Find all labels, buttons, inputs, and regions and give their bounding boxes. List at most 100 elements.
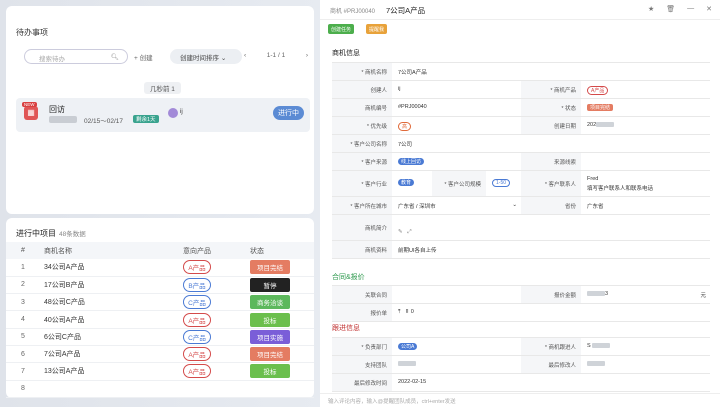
chevron-down-icon: ⌄ [220,55,227,62]
row-index: 2 [6,276,44,295]
contact-field[interactable]: Fred 填写客户联系人和联系电话 [581,171,710,196]
edit-icon[interactable]: ✎ [398,229,403,235]
table-row[interactable]: 8 [6,380,314,398]
row-index: 7 [6,362,44,381]
row-status [250,380,314,398]
quote-amount-field[interactable]: 3元 [581,286,710,303]
col-status: 状态 [250,242,314,259]
table-row[interactable]: 3 48公司C产品 C产品 商务洽谈 [6,293,314,312]
chevron-down-icon: ⌄ [512,202,517,208]
department-field[interactable]: 公司A [392,338,521,355]
priority-field[interactable]: 高 [392,117,521,134]
upload-icon[interactable]: ⤒ [398,309,400,315]
row-product: A产品 [183,310,250,329]
row-name: 7公司A产品 [44,345,183,364]
projects-title: 进行中项目 48条数据 [16,229,86,238]
modifier-field [581,356,710,373]
todo-item-dates: 02/15～02/17 [84,118,124,125]
table-row[interactable]: 6 7公司A产品 A产品 项目完结 [6,345,314,364]
table-row[interactable]: 2 17公司B产品 B产品 暂停 [6,276,314,295]
todo-item[interactable]: ▦ NEW 回访 02/15～02/17 剩余1天 ij 进行中 [16,98,310,132]
row-name: 48公司C产品 [44,293,183,312]
info-grid: * 商机名称 7公司A产品 创建人 ij * 商机产品 A产品 商机编号 #PRJ0004… [332,62,710,259]
row-status: 项目完结 [250,345,314,364]
remind-me-button[interactable]: 提醒我 [366,24,388,34]
row-name: 6公司C产品 [44,328,183,346]
province-field: 广东省 [587,204,604,210]
description-field[interactable]: ✎ ⤢ [392,215,710,240]
row-name: 34公司A产品 [44,259,183,277]
search-icon: 🔍︎ [110,54,119,61]
file-icon: ▯ [405,309,410,315]
table-row[interactable]: 4 40公司A产品 A产品 投标 [6,310,314,329]
name-field[interactable]: 7公司A产品 [392,63,710,80]
created-date-field: 202 [581,117,710,134]
delete-icon[interactable]: 🗑︎ [666,5,675,13]
row-status: 商务洽谈 [250,293,314,312]
pager: ‹ 1-1 / 1 › [244,52,308,59]
star-icon[interactable]: ★ [648,5,654,13]
minimize-icon[interactable]: — [687,5,694,13]
row-status: 投标 [250,310,314,329]
industry-field[interactable]: 教育 [392,171,432,196]
row-name: 17公司B产品 [44,276,183,295]
quote-file-field[interactable]: ⤒ ▯ 0 [392,304,710,321]
sort-select[interactable]: 创建时间排序 ⌄ [170,49,242,64]
creator-field[interactable]: ij [392,81,521,98]
avatar-name: ij [180,109,183,115]
col-name: 商机名称 [44,242,183,259]
table-row[interactable]: 1 34公司A产品 A产品 项目完结 [6,259,314,277]
create-button[interactable]: + 创建 [134,52,153,62]
avatar [168,108,178,118]
customer-field[interactable]: 7公司 [392,135,710,152]
product-field[interactable]: A产品 [581,81,710,98]
create-task-button[interactable]: 创建任务 [328,24,355,34]
row-index: 6 [6,345,44,364]
row-name: 13公司A产品 [44,362,183,381]
detail-title: 7公司A产品 [386,6,426,15]
row-status: 暂停 [250,276,314,295]
row-index: 8 [6,380,44,398]
close-icon[interactable]: ✕ [706,5,712,13]
contract-field[interactable] [392,286,521,303]
source-field[interactable]: 线上回访 [392,153,521,170]
section-quote-title: 合同&报价 [332,274,365,281]
projects-panel: 进行中项目 48条数据 # 商机名称 意向产品 状态 1 34公司A产品 A产品 项目完… [6,218,314,398]
status-button[interactable]: 进行中 [273,106,304,120]
blurred-text [49,116,77,123]
todo-search-input[interactable]: 搜索待办 🔍︎ [24,49,128,64]
row-product: B产品 [183,276,250,295]
projects-table: # 商机名称 意向产品 状态 1 34公司A产品 A产品 项目完结 2 17公司B产品 B产… [6,242,314,398]
row-product: C产品 [183,328,250,346]
follow-grid: * 负责部门 公司A * 商机跟进人 S 支持团队 最后修改人 最后修改时间 2022-0… [332,337,710,392]
col-product: 意向产品 [183,242,250,259]
follower-field[interactable]: S [581,338,710,355]
city-select[interactable]: 广东省 / 深圳市 ⌄ [392,197,521,214]
row-product: A产品 [183,362,250,381]
prev-page-icon[interactable]: ‹ [244,52,246,59]
scale-field[interactable]: 1-50 [486,171,521,196]
todo-item-title: 回访 [49,105,65,114]
calendar-icon: ▦ [24,106,38,120]
time-group-label: 几秒前 1 [144,82,181,94]
detail-prefix: 商机 #PRJ00040 [330,9,376,15]
expand-icon[interactable]: ⤢ [407,229,411,235]
row-status: 项目完结 [250,259,314,277]
row-product: C产品 [183,293,250,312]
row-status: 项目实施 [250,328,314,346]
attachment-field[interactable]: 前期UI各自上传 [392,241,710,258]
quote-grid: 关联合同 报价金额 3 元 报价单 ⤒ ▯ 0 [332,285,710,322]
team-field[interactable] [392,356,521,373]
table-row[interactable]: 7 13公司A产品 A产品 投标 [6,362,314,381]
table-row[interactable]: 5 6公司C产品 C产品 项目实施 [6,328,314,346]
clue-field[interactable] [581,153,710,170]
row-product [183,380,250,398]
comment-input[interactable]: 输入评论内容，输入@提醒团队成员，ctrl+enter发送 [320,393,720,407]
status-field[interactable]: 项目完结 [581,99,710,116]
last-modified-field: 2022-02-15 [398,379,427,385]
new-badge: NEW [22,102,37,107]
next-page-icon[interactable]: › [306,52,308,59]
col-index: # [6,242,44,259]
row-index: 5 [6,328,44,346]
detail-panel: 商机 #PRJ00040 7公司A产品 ★ 🗑︎ — ✕ 创建任务 提醒我 商机信息 … [320,0,720,407]
